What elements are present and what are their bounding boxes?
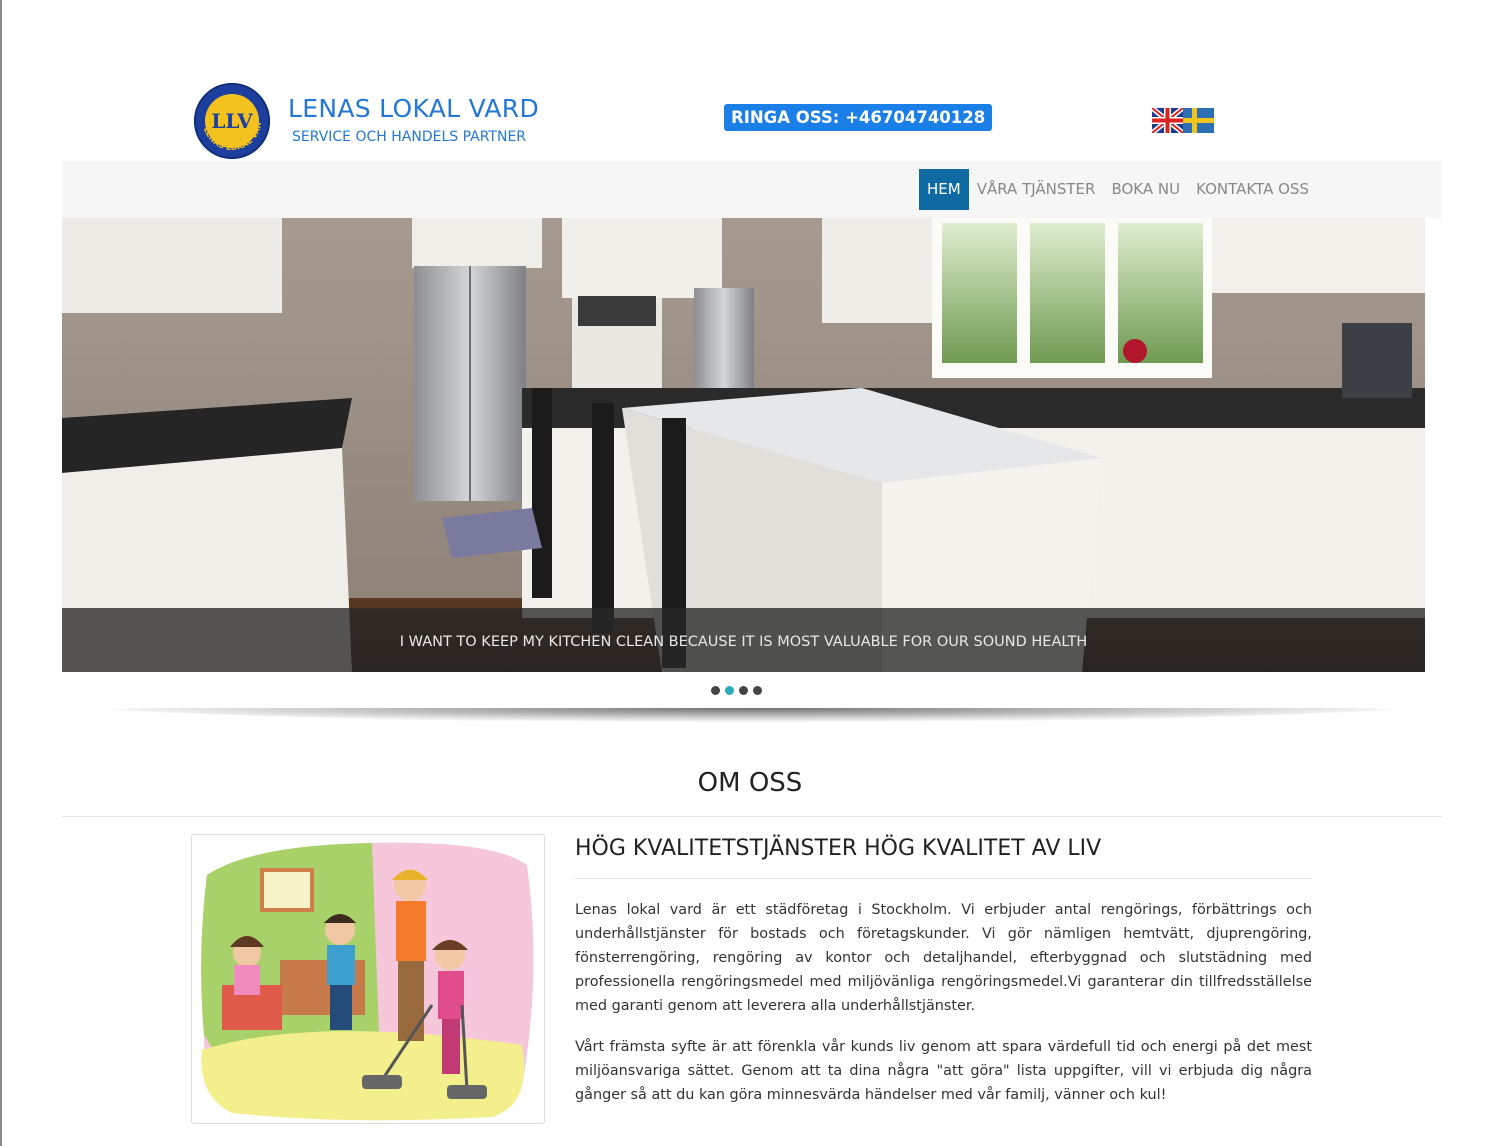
carousel-dot-2[interactable] — [725, 686, 734, 695]
call-us-badge[interactable]: RINGA OSS: +46704740128 — [724, 104, 993, 131]
carousel-indicators — [711, 686, 762, 695]
hero-carousel[interactable]: I WANT TO KEEP MY KITCHEN CLEAN BECAUSE … — [62, 218, 1425, 672]
about-paragraph-2: Vårt främsta syfte är att förenkla vår k… — [575, 1039, 1312, 1103]
nav-item-vara-tjanster[interactable]: VÅRA TJÄNSTER — [969, 169, 1104, 210]
swedish-flag-icon[interactable] — [1183, 108, 1214, 133]
carousel-dot-4[interactable] — [753, 686, 762, 695]
english-flag-icon[interactable] — [1152, 108, 1183, 133]
about-section-title: OM OSS — [697, 768, 803, 798]
carousel-dot-1[interactable] — [711, 686, 720, 695]
about-paragraph-1: Lenas lokal vard är ett städföretag i St… — [575, 902, 1312, 1014]
curved-shadow-divider — [62, 700, 1442, 740]
section-divider — [62, 816, 1442, 817]
company-logo[interactable]: LLV LENAS LOKAL VARD — [193, 82, 271, 160]
nav-menu: HEM VÅRA TJÄNSTER BOKA NU KONTAKTA OSS — [919, 169, 1317, 210]
nav-item-boka-nu[interactable]: BOKA NU — [1103, 169, 1188, 210]
site-header: LLV LENAS LOKAL VARD LENAS LOKAL VARD SE… — [62, 0, 1442, 160]
cleaning-family-illustration — [191, 834, 545, 1124]
caption-bar: I WANT TO KEEP MY KITCHEN CLEAN BECAUSE … — [62, 608, 1425, 672]
main-navbar: HEM VÅRA TJÄNSTER BOKA NU KONTAKTA OSS — [62, 161, 1442, 218]
brand-title[interactable]: LENAS LOKAL VARD — [288, 94, 539, 123]
logo-initials: LLV — [211, 109, 253, 133]
about-heading: HÖG KVALITETSTJÄNSTER HÖG KVALITET AV LI… — [575, 836, 1102, 861]
language-switcher — [1152, 108, 1214, 133]
window-left-edge — [0, 0, 2, 1146]
about-heading-rule — [575, 878, 1312, 879]
kitchen-slide-image — [62, 218, 1425, 672]
nav-item-kontakta-oss[interactable]: KONTAKTA OSS — [1188, 169, 1317, 210]
nav-item-hem[interactable]: HEM — [919, 169, 969, 210]
slide-caption: I WANT TO KEEP MY KITCHEN CLEAN BECAUSE … — [399, 634, 1088, 650]
carousel-dot-3[interactable] — [739, 686, 748, 695]
brand-subtitle: SERVICE OCH HANDELS PARTNER — [292, 129, 527, 145]
